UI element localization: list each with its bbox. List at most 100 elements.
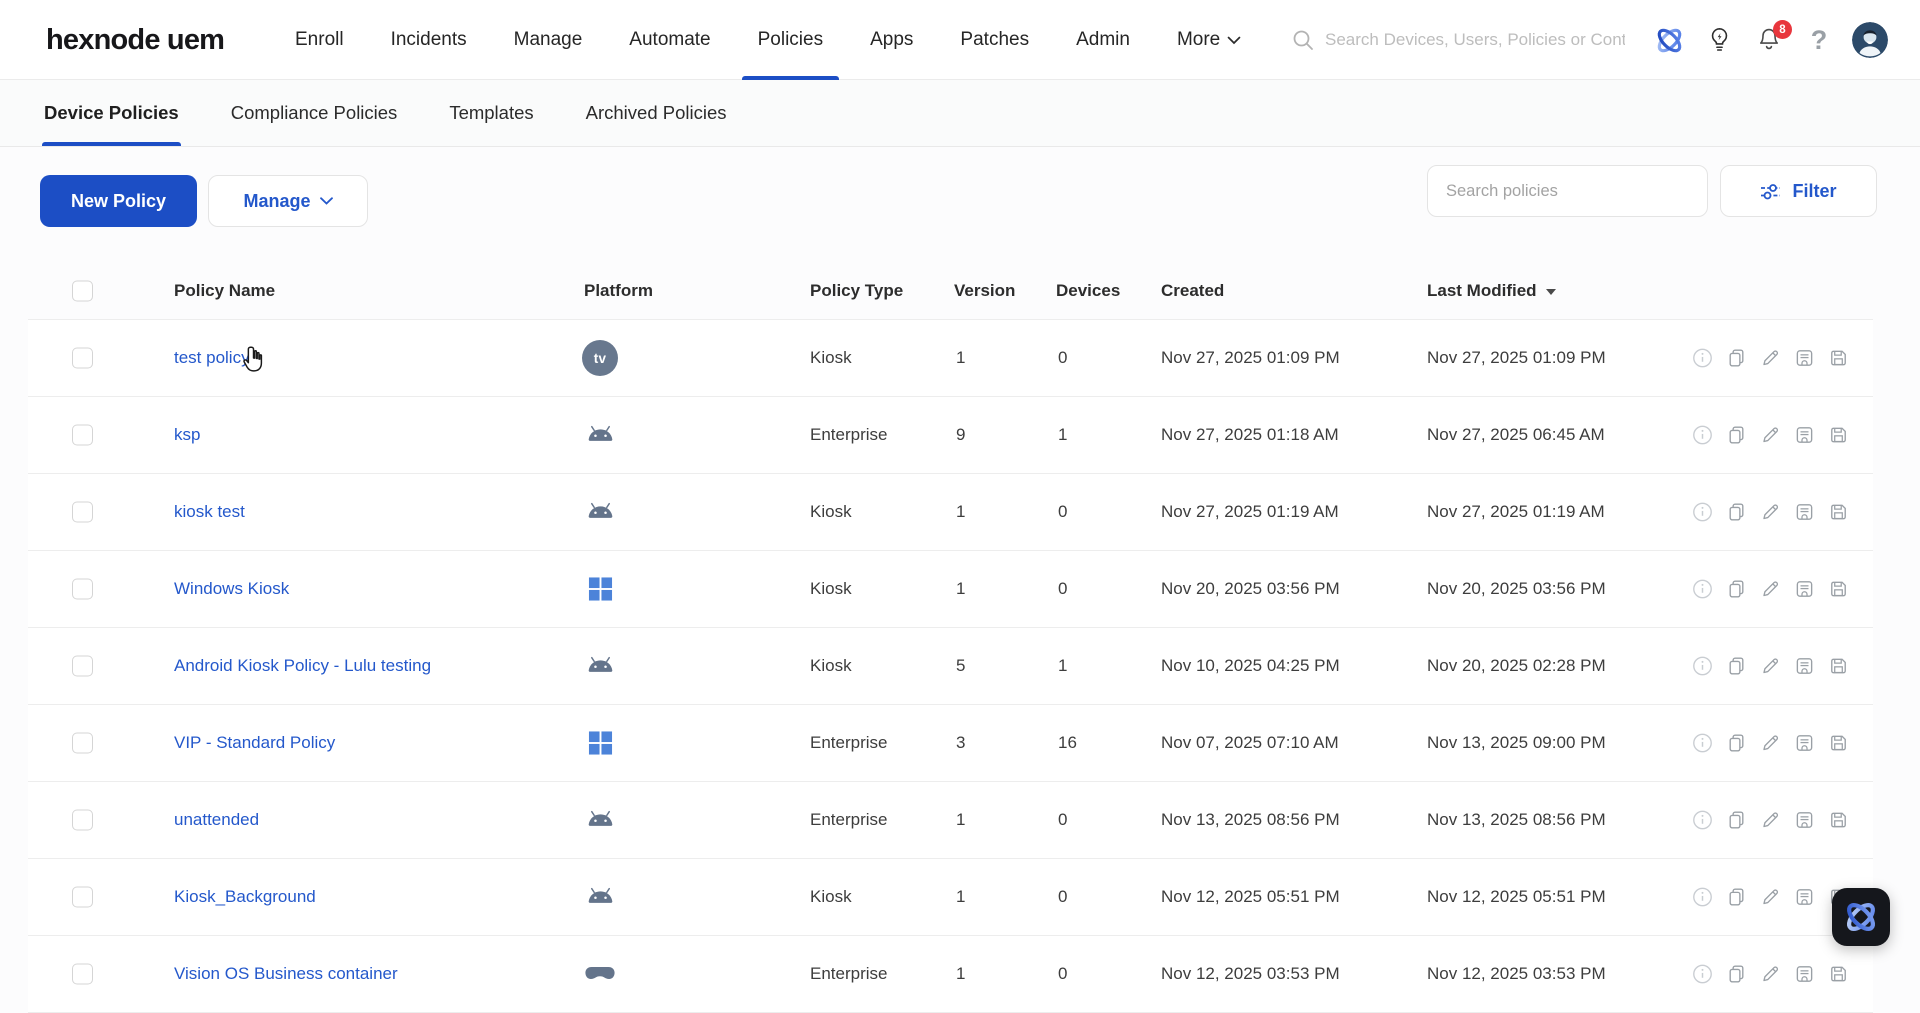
row-checkbox[interactable] bbox=[72, 579, 93, 600]
info-icon-button[interactable] bbox=[1692, 964, 1713, 985]
policy-name-link[interactable]: Android Kiosk Policy - Lulu testing bbox=[174, 656, 431, 676]
tab-compliance-policies[interactable]: Compliance Policies bbox=[231, 80, 398, 146]
tab-archived-policies[interactable]: Archived Policies bbox=[586, 80, 727, 146]
duplicate-icon-button[interactable] bbox=[1726, 887, 1747, 908]
info-icon-button[interactable] bbox=[1692, 502, 1713, 523]
select-all-checkbox[interactable] bbox=[72, 281, 93, 302]
policy-name-link[interactable]: Windows Kiosk bbox=[174, 579, 289, 599]
archive-icon-button[interactable] bbox=[1794, 502, 1815, 523]
archive-icon-button[interactable] bbox=[1794, 579, 1815, 600]
policy-name-link[interactable]: VIP - Standard Policy bbox=[174, 733, 335, 753]
help-icon[interactable]: ? bbox=[1802, 23, 1836, 57]
new-policy-button[interactable]: New Policy bbox=[40, 175, 197, 227]
global-search-input[interactable] bbox=[1325, 30, 1625, 50]
policy-type-cell: Kiosk bbox=[810, 579, 852, 599]
nav-policies[interactable]: Policies bbox=[758, 0, 823, 80]
save-icon-button[interactable] bbox=[1828, 810, 1849, 831]
duplicate-icon-button[interactable] bbox=[1726, 810, 1747, 831]
save-icon-button[interactable] bbox=[1828, 733, 1849, 754]
save-icon-button[interactable] bbox=[1828, 579, 1849, 600]
archive-icon-button[interactable] bbox=[1794, 810, 1815, 831]
info-icon-button[interactable] bbox=[1692, 656, 1713, 677]
archive-icon-button[interactable] bbox=[1794, 964, 1815, 985]
hexnode-ai-icon[interactable] bbox=[1652, 23, 1686, 57]
whats-new-bulb-icon[interactable] bbox=[1702, 23, 1736, 57]
filter-button[interactable]: Filter bbox=[1720, 165, 1877, 217]
archive-icon-button[interactable] bbox=[1794, 733, 1815, 754]
edit-icon-button[interactable] bbox=[1760, 733, 1781, 754]
edit-icon-button[interactable] bbox=[1760, 887, 1781, 908]
row-checkbox[interactable] bbox=[72, 733, 93, 754]
hexnode-assistant-fab[interactable] bbox=[1832, 888, 1890, 946]
archive-icon-button[interactable] bbox=[1794, 887, 1815, 908]
policy-name-link[interactable]: Vision OS Business container bbox=[174, 964, 398, 984]
row-checkbox[interactable] bbox=[72, 425, 93, 446]
info-icon-button[interactable] bbox=[1692, 733, 1713, 754]
nav-manage[interactable]: Manage bbox=[514, 0, 583, 80]
row-checkbox[interactable] bbox=[72, 810, 93, 831]
row-checkbox[interactable] bbox=[72, 964, 93, 985]
row-checkbox[interactable] bbox=[72, 656, 93, 677]
nav-enroll[interactable]: Enroll bbox=[295, 0, 344, 80]
info-icon-button[interactable] bbox=[1692, 810, 1713, 831]
tab-templates[interactable]: Templates bbox=[449, 80, 533, 146]
edit-icon-button[interactable] bbox=[1760, 348, 1781, 369]
column-header-last-modified[interactable]: Last Modified bbox=[1427, 281, 1556, 301]
tab-device-policies[interactable]: Device Policies bbox=[44, 80, 179, 146]
row-checkbox[interactable] bbox=[72, 887, 93, 908]
edit-icon-button[interactable] bbox=[1760, 579, 1781, 600]
archive-icon-button[interactable] bbox=[1794, 656, 1815, 677]
save-icon-button[interactable] bbox=[1828, 425, 1849, 446]
duplicate-icon-button[interactable] bbox=[1726, 348, 1747, 369]
edit-icon-button[interactable] bbox=[1760, 810, 1781, 831]
column-header-created[interactable]: Created bbox=[1161, 281, 1224, 301]
table-body: test policytvKiosk10Nov 27, 2025 01:09 P… bbox=[28, 320, 1873, 1013]
column-header-policy-type[interactable]: Policy Type bbox=[810, 281, 903, 301]
search-policies-input[interactable] bbox=[1427, 165, 1708, 217]
duplicate-icon-button[interactable] bbox=[1726, 502, 1747, 523]
column-header-policy-name[interactable]: Policy Name bbox=[174, 281, 275, 301]
edit-icon-button[interactable] bbox=[1760, 425, 1781, 446]
nav-incidents[interactable]: Incidents bbox=[391, 0, 467, 80]
column-header-devices[interactable]: Devices bbox=[1056, 281, 1120, 301]
policy-name-link[interactable]: ksp bbox=[174, 425, 200, 445]
policy-name-link[interactable]: unattended bbox=[174, 810, 259, 830]
duplicate-icon-button[interactable] bbox=[1726, 964, 1747, 985]
policy-name-link[interactable]: kiosk test bbox=[174, 502, 245, 522]
nav-admin[interactable]: Admin bbox=[1076, 0, 1130, 80]
manage-dropdown-button[interactable]: Manage bbox=[208, 175, 368, 227]
edit-icon-button[interactable] bbox=[1760, 502, 1781, 523]
nav-automate[interactable]: Automate bbox=[629, 0, 710, 80]
notifications-bell-icon[interactable]: 8 bbox=[1752, 23, 1786, 57]
edit-icon-button[interactable] bbox=[1760, 656, 1781, 677]
nav-more[interactable]: More bbox=[1177, 0, 1241, 80]
policy-name-link[interactable]: test policy bbox=[174, 348, 250, 368]
row-checkbox[interactable] bbox=[72, 348, 93, 369]
edit-icon-button[interactable] bbox=[1760, 964, 1781, 985]
column-header-version[interactable]: Version bbox=[954, 281, 1015, 301]
policies-table: Policy Name Platform Policy Type Version… bbox=[28, 263, 1873, 1013]
duplicate-icon-button[interactable] bbox=[1726, 579, 1747, 600]
archive-icon-button[interactable] bbox=[1794, 348, 1815, 369]
nav-patches[interactable]: Patches bbox=[960, 0, 1029, 80]
save-icon-button[interactable] bbox=[1828, 656, 1849, 677]
save-icon-button[interactable] bbox=[1828, 348, 1849, 369]
duplicate-icon-button[interactable] bbox=[1726, 425, 1747, 446]
info-icon-button[interactable] bbox=[1692, 348, 1713, 369]
info-icon-button[interactable] bbox=[1692, 579, 1713, 600]
policy-name-link[interactable]: Kiosk_Background bbox=[174, 887, 316, 907]
archive-icon-button[interactable] bbox=[1794, 425, 1815, 446]
nav-apps[interactable]: Apps bbox=[870, 0, 913, 80]
info-icon-button[interactable] bbox=[1692, 887, 1713, 908]
duplicate-icon-button[interactable] bbox=[1726, 733, 1747, 754]
devices-cell: 0 bbox=[1058, 348, 1067, 368]
duplicate-icon-button[interactable] bbox=[1726, 656, 1747, 677]
save-icon-button[interactable] bbox=[1828, 502, 1849, 523]
row-checkbox[interactable] bbox=[72, 502, 93, 523]
hexnode-orbit-icon bbox=[1841, 897, 1881, 937]
save-icon-button[interactable] bbox=[1828, 964, 1849, 985]
column-header-platform[interactable]: Platform bbox=[584, 281, 653, 301]
info-icon-button[interactable] bbox=[1692, 425, 1713, 446]
user-avatar[interactable] bbox=[1852, 22, 1888, 58]
platform-cell bbox=[580, 966, 620, 983]
